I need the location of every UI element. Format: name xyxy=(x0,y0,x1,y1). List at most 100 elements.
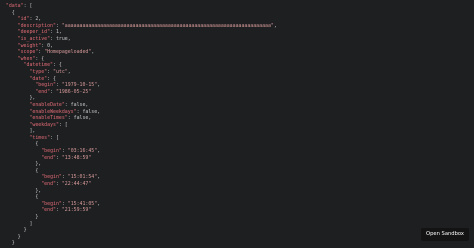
json-token: { xyxy=(35,141,39,148)
json-token: : { xyxy=(53,62,62,69)
json-key: "id" xyxy=(17,16,30,23)
code-line: "date": { xyxy=(0,76,277,83)
json-key: "data" xyxy=(5,3,24,9)
code-line: "end": "1986-05-25" xyxy=(0,89,277,96)
code-line: "enableWeekdays": false, xyxy=(0,109,277,116)
json-token: } xyxy=(35,214,39,220)
code-line: } xyxy=(0,214,277,221)
json-key: "scope" xyxy=(17,49,39,56)
code-line: "end": "21:59:59" xyxy=(0,207,277,214)
json-token: , xyxy=(97,200,101,207)
code-line: "weekdays": [ xyxy=(0,122,277,129)
json-token: ], xyxy=(29,128,36,135)
json-key: "enableWeekdays" xyxy=(29,108,77,115)
json-key: "weekdays" xyxy=(29,121,59,128)
json-token: , xyxy=(273,22,277,29)
json-key: "end" xyxy=(41,207,56,214)
code-line: "deeper_id": 1, xyxy=(0,29,277,36)
json-token: : [ xyxy=(58,121,68,128)
json-token: } xyxy=(17,233,21,240)
json-key: "is_active" xyxy=(17,35,51,42)
json-token: : { xyxy=(47,75,56,82)
code-line: "times": [ xyxy=(0,135,277,142)
json-string-value: "1979-10-15" xyxy=(61,82,98,89)
json-string-value: "15:01:54" xyxy=(67,174,98,181)
json-token: }, xyxy=(35,161,42,168)
json-token: ] xyxy=(29,220,33,227)
code-line: }, xyxy=(0,188,277,195)
json-token: { xyxy=(11,9,15,16)
json-key: "enableDate" xyxy=(29,101,65,108)
json-code-block: "data": [ { "id": 2, "description": "aaa… xyxy=(0,3,277,247)
json-token: : false, xyxy=(67,115,92,122)
json-token: : [ xyxy=(23,3,33,9)
json-token: : { xyxy=(35,55,45,62)
json-string-value: "22:44:47" xyxy=(61,181,92,188)
json-token: : false, xyxy=(64,101,89,108)
code-line: }, xyxy=(0,95,277,102)
json-viewer: "data": [ { "id": 2, "description": "aaa… xyxy=(0,0,474,248)
json-key: "begin" xyxy=(41,174,62,181)
json-key: "weight" xyxy=(17,42,42,49)
json-key: "enableTimes" xyxy=(29,115,68,122)
json-token: : [ xyxy=(50,134,59,141)
code-line: "begin": "15:41:05", xyxy=(0,201,277,208)
json-string-value: "13:48:59" xyxy=(61,154,92,161)
code-line: } xyxy=(0,234,277,241)
json-string-value: "03:16:45" xyxy=(67,148,98,155)
code-line: { xyxy=(0,194,277,201)
json-string-value: "Homepageloaded" xyxy=(44,49,92,56)
code-line: "data": [ xyxy=(0,3,277,10)
code-line: "end": "13:48:59" xyxy=(0,155,277,162)
code-line: "datetime": { xyxy=(0,62,277,69)
json-token: : 0, xyxy=(41,42,54,49)
code-line: "id": 2, xyxy=(0,16,277,23)
json-token: : false, xyxy=(76,108,101,115)
json-key: "datetime" xyxy=(23,62,54,69)
json-string-value: "1986-05-25" xyxy=(55,88,92,95)
json-token: } xyxy=(11,240,15,247)
json-token: }, xyxy=(29,95,36,102)
json-string-value: "15:41:05" xyxy=(67,200,98,207)
json-string-value: "aaaaaaaaaaaaaaaaaaaaaaaaaaaaaaaaaaaaaaa… xyxy=(61,22,274,29)
code-line: "weight": 0, xyxy=(0,43,277,50)
json-token: , xyxy=(97,82,101,89)
json-token: { xyxy=(35,194,39,201)
code-line: "scope": "Homepageloaded", xyxy=(0,49,277,56)
code-line: }, xyxy=(0,161,277,168)
json-key: "date" xyxy=(29,75,48,82)
code-line: "end": "22:44:47" xyxy=(0,181,277,188)
json-token: , xyxy=(91,49,95,56)
json-key: "end" xyxy=(35,88,51,95)
json-token: }, xyxy=(35,187,42,194)
code-line: "is_active": true, xyxy=(0,36,277,43)
code-line: "begin": "03:16:45", xyxy=(0,148,277,155)
json-key: "when" xyxy=(17,55,36,62)
json-key: "description" xyxy=(17,22,56,29)
json-token: , xyxy=(67,68,71,75)
json-string-value: "utc" xyxy=(53,68,68,75)
code-line: "enableTimes": false, xyxy=(0,115,277,122)
json-key: "type" xyxy=(29,68,48,75)
code-line: { xyxy=(0,10,277,17)
code-line: "when": { xyxy=(0,56,277,63)
code-line: "begin": "15:01:54", xyxy=(0,174,277,181)
json-token: : true, xyxy=(50,35,71,42)
code-line: { xyxy=(0,141,277,148)
json-key: "deeper_id" xyxy=(17,29,51,36)
json-token: : 1, xyxy=(50,29,62,36)
code-line: } xyxy=(0,227,277,234)
json-token: , xyxy=(97,174,101,181)
code-line: "description": "aaaaaaaaaaaaaaaaaaaaaaaa… xyxy=(0,23,277,30)
json-token: , xyxy=(97,148,101,155)
code-line: "type": "utc", xyxy=(0,69,277,76)
json-token: } xyxy=(23,227,27,234)
json-key: "begin" xyxy=(41,200,62,207)
json-token: { xyxy=(35,167,39,174)
open-sandbox-button[interactable]: Open Sandbox xyxy=(421,228,469,241)
code-line: { xyxy=(0,168,277,175)
code-line: ] xyxy=(0,221,277,228)
json-token: : 2, xyxy=(29,16,42,23)
code-line: ], xyxy=(0,128,277,135)
json-key: "end" xyxy=(41,154,56,161)
